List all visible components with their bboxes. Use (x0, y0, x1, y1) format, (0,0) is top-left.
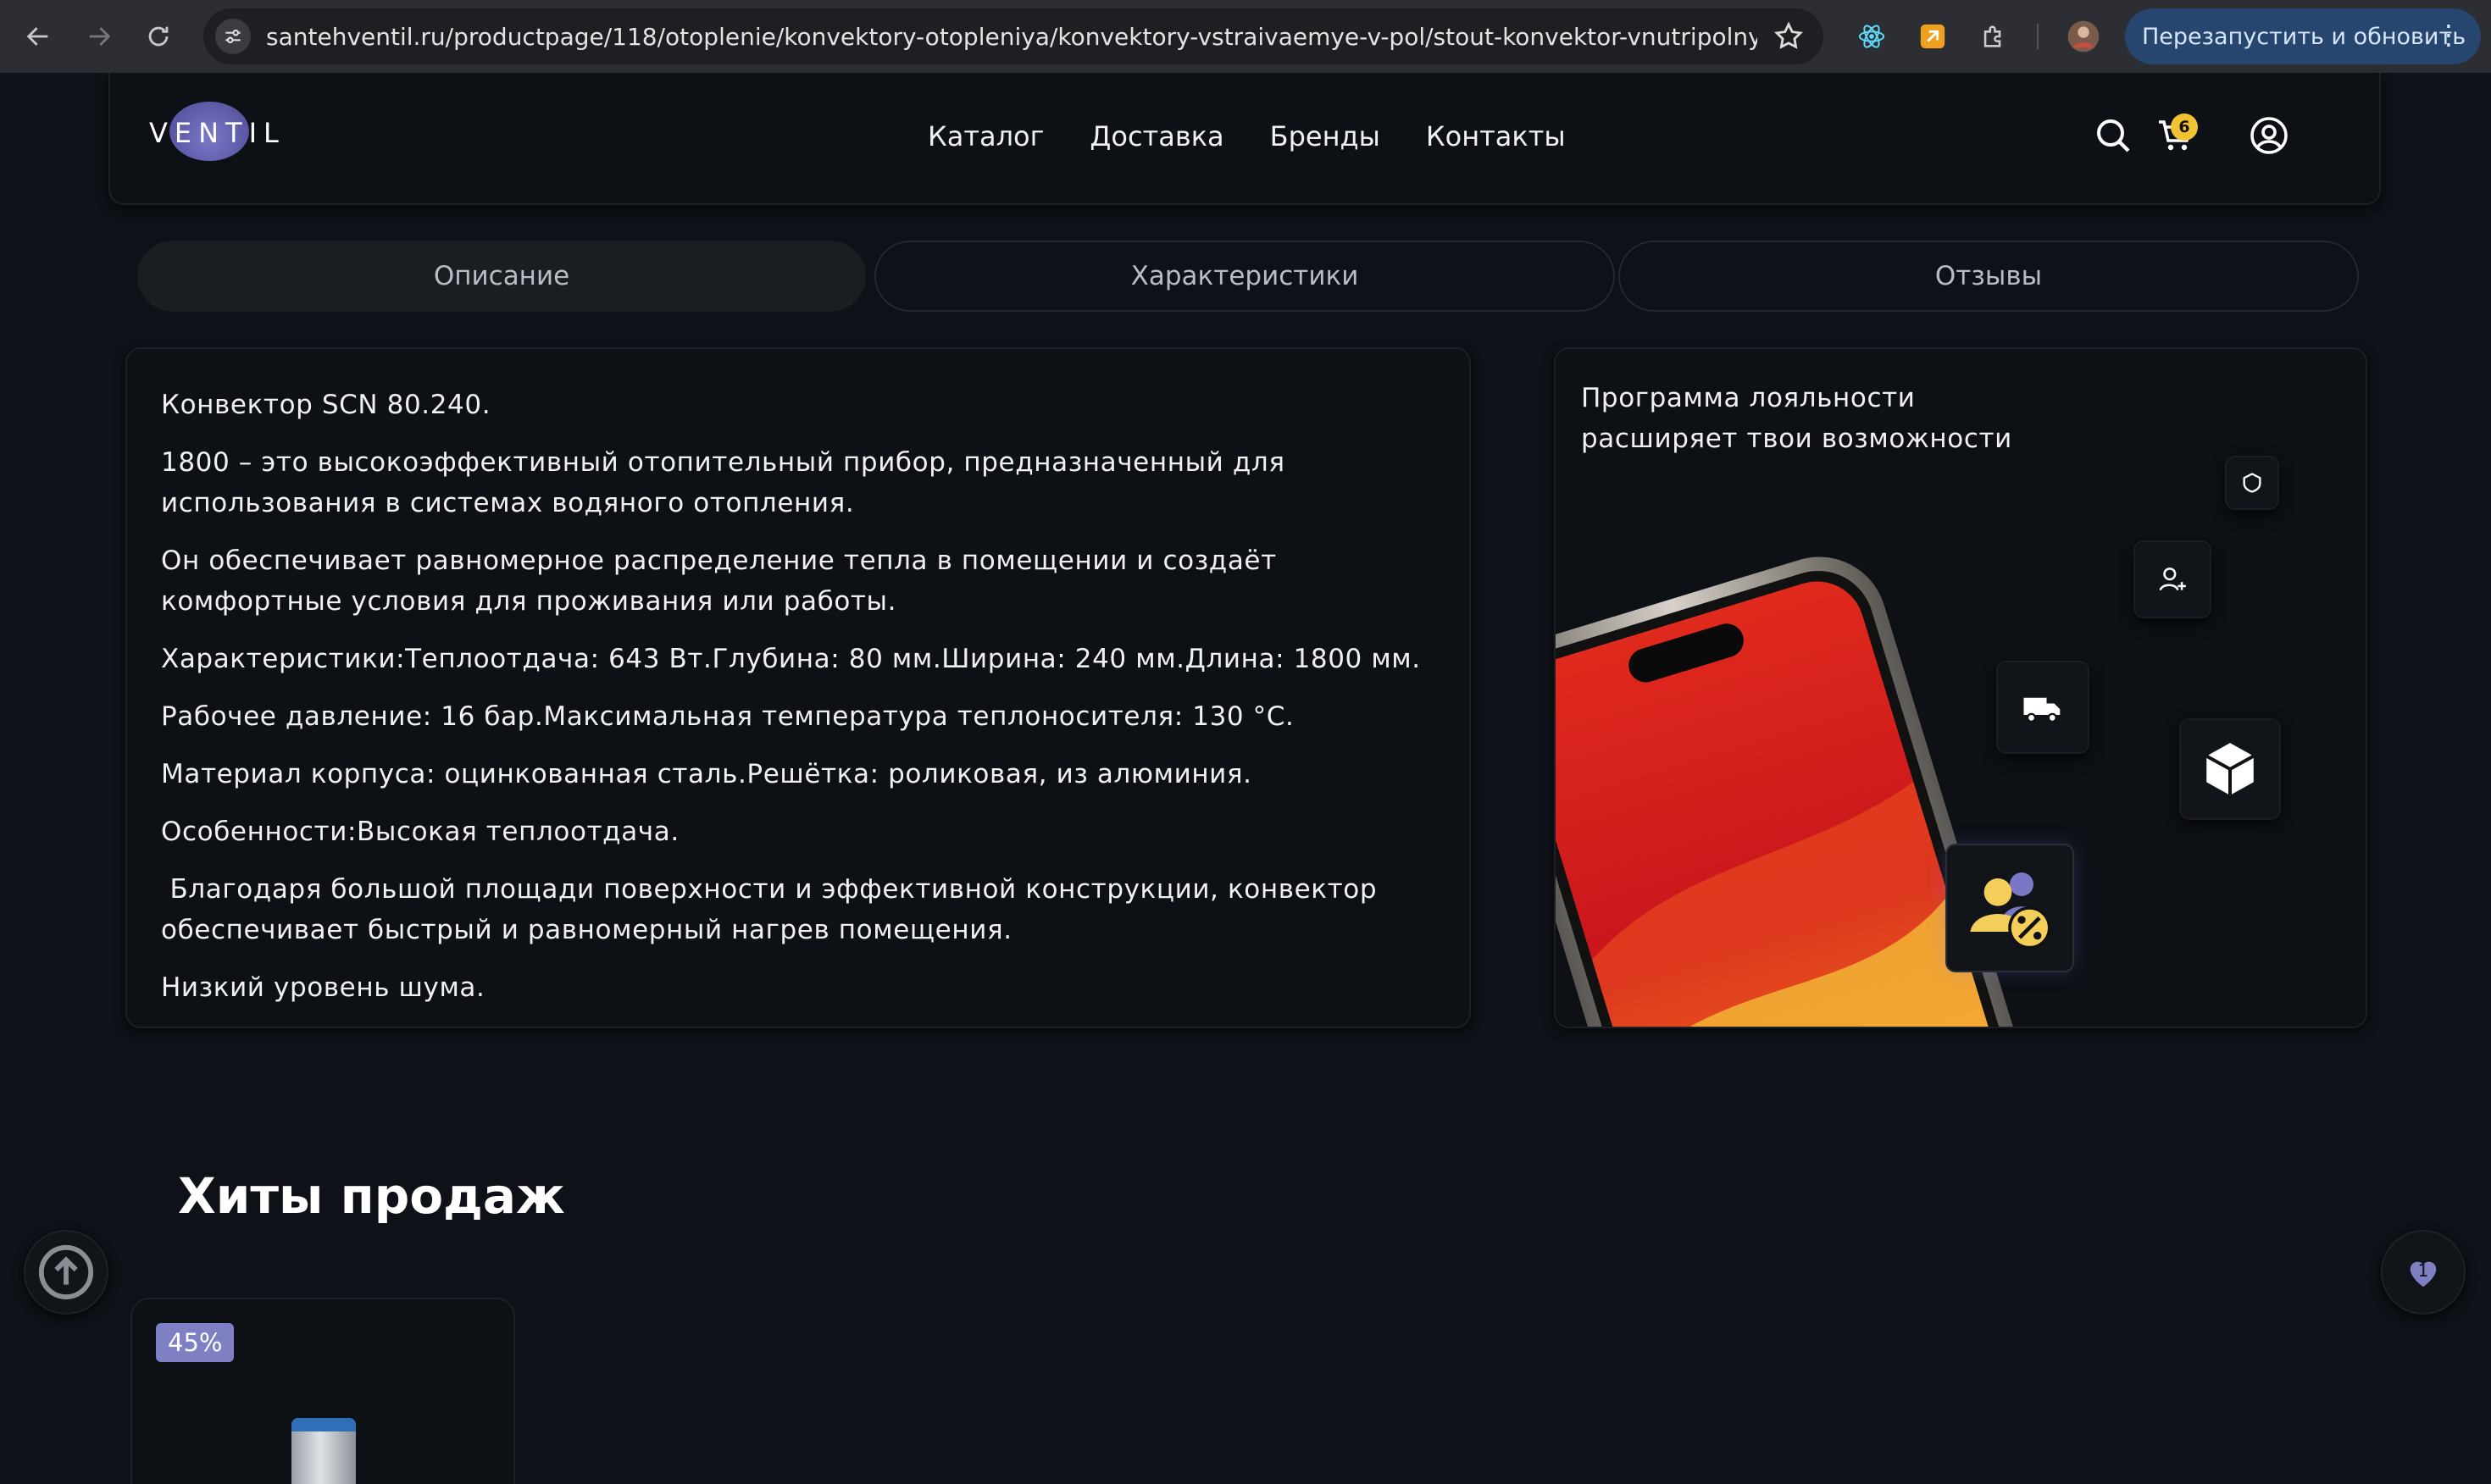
site-settings-icon[interactable] (215, 19, 251, 54)
relaunch-label: Перезапустить и обновить (2142, 23, 2466, 50)
loyalty-title-line: расширяет твои возможности (1581, 424, 2012, 454)
arrow-up-circle-icon (38, 1244, 94, 1300)
favorites-count: 1 (2417, 1260, 2429, 1281)
description-paragraph: 1800 – это высокоэффективный отопительны… (161, 447, 1285, 518)
logo-text: VENTIL (149, 117, 286, 149)
url-text[interactable]: santehventil.ru/productpage/118/otopleni… (266, 23, 1757, 51)
discount-user-icon (1970, 872, 2051, 950)
reload-button[interactable] (141, 19, 176, 54)
description-paragraph: Конвектор SCN 80.240. (161, 390, 491, 420)
discount-badge: 45% (156, 1323, 235, 1362)
back-button[interactable] (20, 19, 56, 54)
product-card[interactable]: 45% (130, 1298, 515, 1484)
description-paragraph: Особенности:Высокая теплоотдача. (161, 817, 680, 847)
box-icon (2205, 743, 2255, 795)
nav-delivery[interactable]: Доставка (1090, 120, 1223, 152)
site-header: VENTIL Каталог Доставка Бренды Контакты (108, 73, 2381, 205)
description-paragraph: Он обеспечивает равномерное распределени… (161, 545, 1277, 617)
nav-contacts[interactable]: Контакты (1426, 120, 1566, 152)
user-account-icon[interactable] (2249, 115, 2289, 156)
tab-description[interactable]: Описание (137, 241, 866, 312)
toolbar-divider (2037, 24, 2039, 49)
search-icon[interactable] (2093, 115, 2133, 156)
menu-dots-icon[interactable]: ⋮ (2435, 20, 2462, 49)
reload-icon (148, 26, 169, 47)
extension-orange-icon[interactable] (1915, 19, 1950, 54)
delivery-truck-icon (2023, 697, 2061, 723)
loyalty-discount-tile (1947, 845, 2072, 971)
loyalty-user-tile (2135, 542, 2210, 617)
favorites-button[interactable]: 1 (2381, 1230, 2466, 1315)
loyalty-delivery-tile (1998, 662, 2088, 752)
extensions-puzzle-icon[interactable] (1976, 19, 2011, 54)
loyalty-title: Программа лояльности расширяет твои возм… (1581, 378, 2012, 459)
loyalty-title-line: Программа лояльности (1581, 383, 1916, 413)
address-bar[interactable]: santehventil.ru/productpage/118/otopleni… (203, 8, 1823, 64)
description-paragraph: Материал корпуса: оцинкованная сталь.Реш… (161, 759, 1252, 789)
user-plus-icon (2159, 568, 2186, 591)
tab-reviews[interactable]: Отзывы (1618, 241, 2359, 312)
loyalty-shield-tile (2227, 457, 2277, 508)
site-logo[interactable]: VENTIL (149, 102, 279, 161)
back-arrow-icon (26, 27, 48, 46)
bookmark-star-icon[interactable] (1773, 20, 1805, 53)
relaunch-update-button[interactable]: Перезапустить и обновить ⋮ (2125, 8, 2481, 64)
loyalty-program-card[interactable]: Программа лояльности расширяет твои возм… (1554, 347, 2367, 1028)
main-navigation: Каталог Доставка Бренды Контакты (928, 120, 1566, 152)
forward-arrow-icon (89, 27, 111, 46)
description-paragraph: Благодаря большой площади поверхности и … (161, 874, 1386, 945)
scroll-to-top-button[interactable] (24, 1230, 108, 1315)
product-image[interactable] (291, 1418, 356, 1484)
description-paragraph: Низкий уровень шума. (161, 972, 485, 1003)
tab-specifications[interactable]: Характеристики (874, 241, 1615, 312)
browser-toolbar: santehventil.ru/productpage/118/otopleni… (0, 0, 2491, 73)
shield-icon (2243, 473, 2261, 493)
product-description: Конвектор SCN 80.240. 1800 – это высокоэ… (125, 347, 1471, 1028)
profile-avatar-icon[interactable] (2066, 19, 2101, 54)
cart-count-badge: 6 (2171, 114, 2198, 141)
react-devtools-extension-icon[interactable] (1854, 19, 1889, 54)
description-paragraph: Характеристики:Теплоотдача: 643 Вт.Глуби… (161, 644, 1421, 674)
nav-catalog[interactable]: Каталог (928, 120, 1044, 152)
description-paragraph: Рабочее давление: 16 бар.Максимальная те… (161, 701, 1295, 732)
loyalty-box-tile (2181, 720, 2279, 818)
forward-button[interactable] (81, 19, 117, 54)
hits-section-title: Хиты продаж (178, 1167, 565, 1225)
nav-brands[interactable]: Бренды (1270, 120, 1380, 152)
